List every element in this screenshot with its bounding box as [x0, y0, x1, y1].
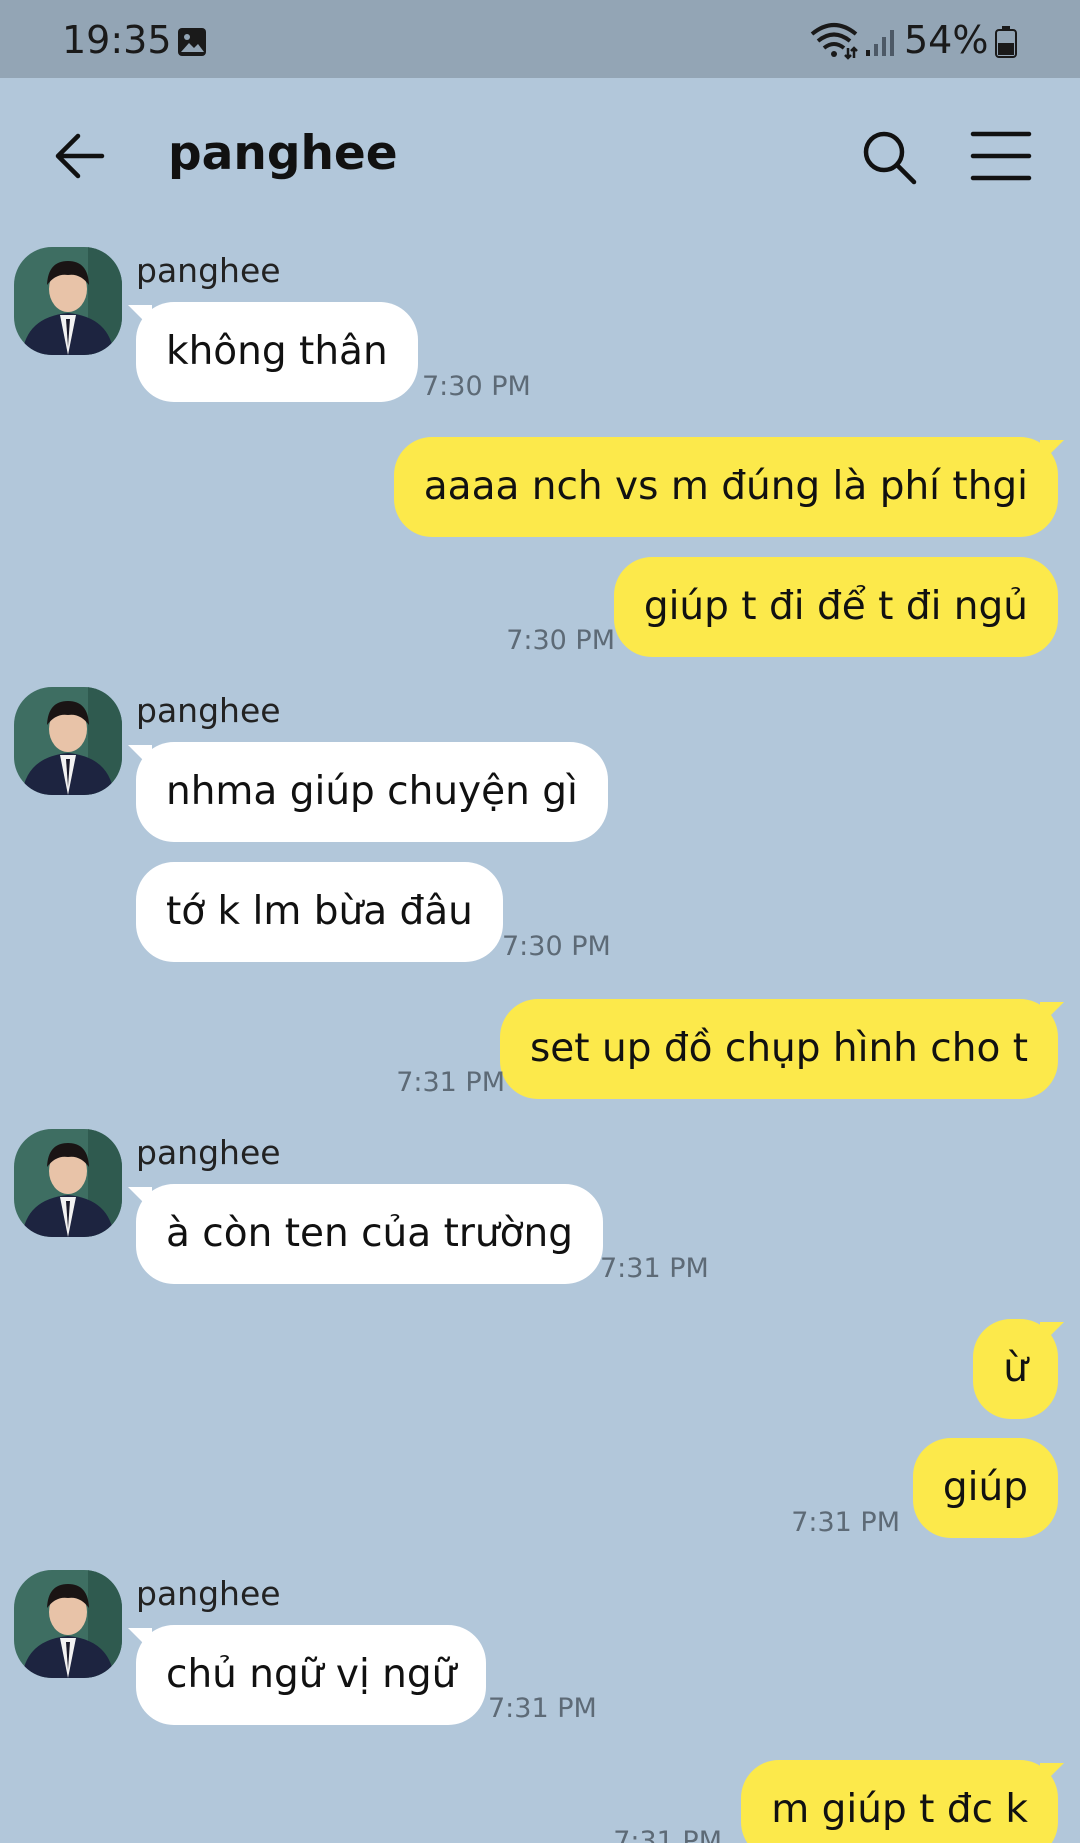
- avatar[interactable]: [14, 1129, 122, 1237]
- status-bar: 19:35 54%: [0, 0, 1080, 78]
- outgoing-message-bubble[interactable]: m giúp t đc k: [741, 1760, 1058, 1843]
- avatar[interactable]: [14, 1570, 122, 1678]
- message-time: 7:31 PM: [396, 1067, 505, 1098]
- outgoing-message-bubble[interactable]: giúp t đi để t đi ngủ: [613, 557, 1058, 657]
- sender-name: panghee: [136, 251, 281, 290]
- incoming-message-bubble[interactable]: tớ k lm bừa đâu: [136, 862, 503, 962]
- message-time: 7:31 PM: [488, 1693, 597, 1724]
- battery-icon: [995, 26, 1017, 58]
- signal-icon: [866, 30, 894, 56]
- sender-name: panghee: [136, 1574, 281, 1613]
- incoming-message-bubble[interactable]: không thân: [136, 302, 418, 402]
- message-time: 7:30 PM: [506, 625, 615, 656]
- outgoing-message-bubble[interactable]: aaaa nch vs m đúng là phí thgi: [393, 437, 1058, 537]
- status-time: 19:35: [62, 18, 172, 62]
- avatar[interactable]: [14, 247, 122, 355]
- message-time: 7:31 PM: [791, 1507, 900, 1538]
- outgoing-message-bubble[interactable]: giúp: [912, 1438, 1058, 1538]
- sender-name: panghee: [136, 691, 281, 730]
- message-time: 7:30 PM: [502, 931, 611, 962]
- outgoing-message-bubble[interactable]: set up đồ chụp hình cho t: [499, 999, 1058, 1099]
- search-icon[interactable]: [860, 128, 918, 186]
- sender-name: panghee: [136, 1133, 281, 1172]
- incoming-message-bubble[interactable]: nhma giúp chuyện gì: [136, 742, 608, 842]
- incoming-message-bubble[interactable]: à còn ten của trường: [136, 1184, 603, 1284]
- wifi-icon: [810, 23, 858, 60]
- incoming-message-bubble[interactable]: chủ ngữ vị ngữ: [136, 1625, 487, 1725]
- avatar[interactable]: [14, 687, 122, 795]
- message-time: 7:30 PM: [422, 371, 531, 402]
- message-time: 7:31 PM: [613, 1826, 722, 1843]
- chat-header: panghee: [0, 78, 1080, 238]
- message-time: 7:31 PM: [600, 1253, 709, 1284]
- battery-percent: 54%: [904, 18, 989, 62]
- chat-title: panghee: [168, 126, 398, 181]
- menu-icon[interactable]: [970, 130, 1032, 182]
- image-notification-icon: [178, 28, 206, 56]
- back-arrow-icon[interactable]: [52, 128, 108, 184]
